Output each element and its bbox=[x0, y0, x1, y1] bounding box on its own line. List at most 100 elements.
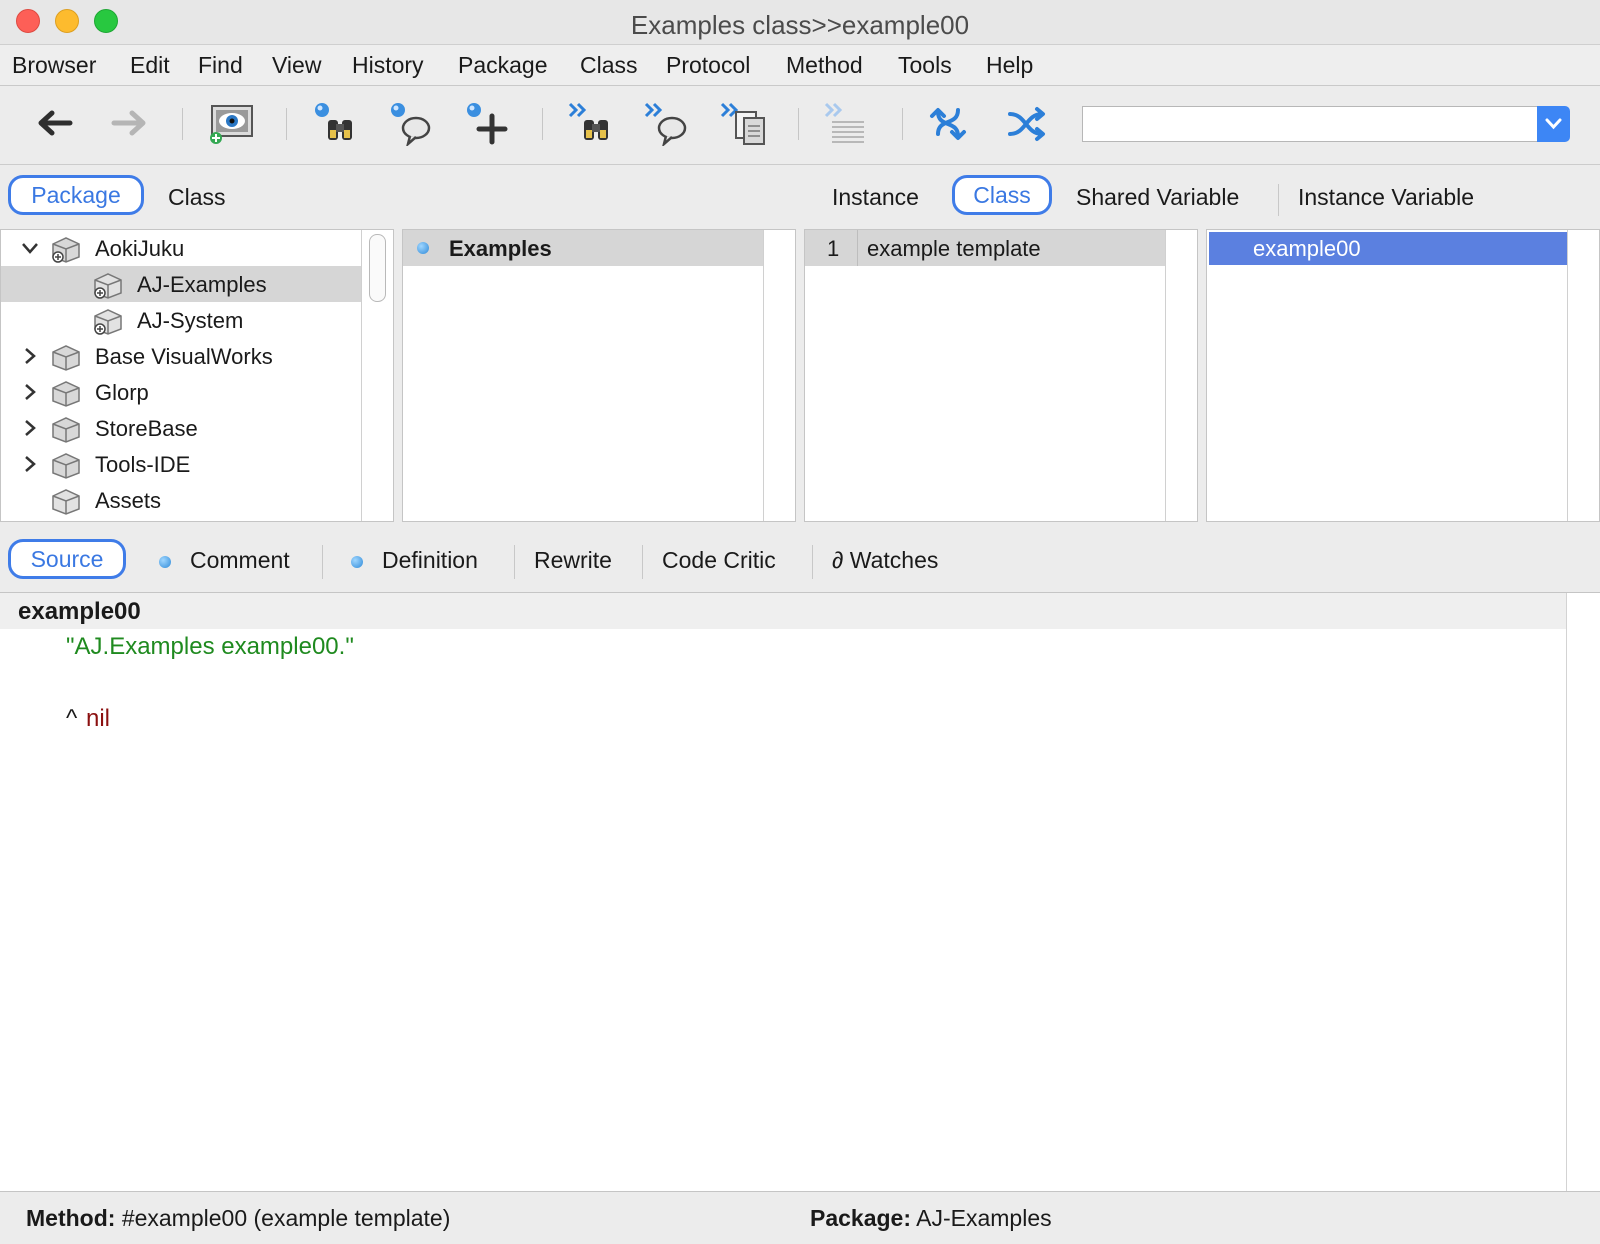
chevron-down-icon[interactable] bbox=[21, 239, 39, 257]
tree-row-assets[interactable]: Assets bbox=[1, 482, 361, 518]
tree-row-base-visualworks[interactable]: Base VisualWorks bbox=[1, 338, 361, 374]
shuffle-icon[interactable] bbox=[1004, 100, 1052, 146]
senders-bubble-icon[interactable] bbox=[388, 100, 436, 148]
tab-comment[interactable]: Comment bbox=[190, 547, 290, 574]
menu-history[interactable]: History bbox=[352, 52, 424, 79]
tree-row-aj-examples[interactable]: AJ-Examples bbox=[1, 266, 361, 302]
swap-icon[interactable] bbox=[928, 100, 976, 146]
status-package-value: AJ-Examples bbox=[916, 1205, 1052, 1231]
toolbar-separator bbox=[798, 108, 799, 140]
method-label: example00 bbox=[1253, 236, 1361, 261]
tab-separator bbox=[642, 545, 643, 579]
tab-watches[interactable]: ∂ Watches bbox=[832, 547, 938, 574]
tab-separator bbox=[812, 545, 813, 579]
chevron-right-icon[interactable] bbox=[21, 419, 39, 437]
vertical-scrollbar[interactable] bbox=[763, 230, 795, 521]
tree-label: AokiJuku bbox=[95, 236, 185, 261]
menu-browser[interactable]: Browser bbox=[12, 52, 96, 79]
menu-help[interactable]: Help bbox=[986, 52, 1033, 79]
package-tree-pane[interactable]: AokiJuku AJ-Examples AJ-System Base Visu… bbox=[0, 229, 394, 522]
tab-package[interactable]: Package bbox=[8, 175, 144, 215]
tab-rewrite[interactable]: Rewrite bbox=[534, 547, 612, 574]
package-folder-icon bbox=[52, 237, 80, 263]
package-folder-icon bbox=[52, 345, 80, 371]
tab-shared-variable[interactable]: Shared Variable bbox=[1076, 184, 1239, 211]
tree-label: Assets bbox=[95, 488, 162, 513]
tree-row-tools-ide[interactable]: Tools-IDE bbox=[1, 446, 361, 482]
menu-method[interactable]: Method bbox=[786, 52, 863, 79]
menu-protocol[interactable]: Protocol bbox=[666, 52, 750, 79]
search-combo-dropdown-button[interactable] bbox=[1537, 106, 1570, 142]
vertical-scrollbar[interactable] bbox=[1567, 230, 1599, 521]
method-list-pane[interactable]: example00 bbox=[1206, 229, 1600, 522]
tree-row-aj-system[interactable]: AJ-System bbox=[1, 302, 361, 338]
tab-class-side[interactable]: Class bbox=[952, 175, 1052, 215]
list-item-examples[interactable]: Examples bbox=[403, 230, 764, 266]
implementors-binoculars-icon[interactable] bbox=[568, 100, 616, 146]
tree-label: AJ-System bbox=[137, 308, 244, 333]
tree-label: Glorp bbox=[95, 380, 149, 405]
return-value: nil bbox=[86, 705, 111, 732]
tree-row-storebase[interactable]: StoreBase bbox=[1, 410, 361, 446]
menu-tools[interactable]: Tools bbox=[898, 52, 952, 79]
search-combo-input[interactable] bbox=[1082, 106, 1538, 142]
title-bar: Examples class>>example00 bbox=[0, 0, 1600, 45]
class-dot-icon bbox=[417, 242, 429, 254]
package-folder-icon bbox=[52, 417, 80, 443]
package-folder-icon bbox=[52, 453, 80, 479]
copy-pages-icon[interactable] bbox=[720, 100, 768, 146]
protocol-label: example template bbox=[867, 236, 1041, 261]
list-item-example-template[interactable]: 1 example template bbox=[805, 230, 1166, 266]
toolbar-separator bbox=[286, 108, 287, 140]
tree-row-aokijuku[interactable]: AokiJuku bbox=[1, 230, 361, 266]
toolbar bbox=[0, 86, 1600, 165]
column-divider bbox=[857, 230, 858, 266]
protocol-list-pane[interactable]: 1 example template bbox=[804, 229, 1198, 522]
menu-edit[interactable]: Edit bbox=[130, 52, 170, 79]
vertical-scrollbar[interactable] bbox=[1165, 230, 1197, 521]
status-method-key: Method: bbox=[26, 1205, 116, 1231]
menu-view[interactable]: View bbox=[272, 52, 321, 79]
tab-class-hierarchy[interactable]: Class bbox=[168, 184, 226, 211]
chevron-right-icon[interactable] bbox=[21, 347, 39, 365]
code-comment: "AJ.Examples example00." bbox=[66, 633, 354, 660]
references-bubble-icon[interactable] bbox=[644, 100, 692, 148]
tree-label: StoreBase bbox=[95, 416, 198, 441]
inspect-eye-icon[interactable] bbox=[208, 100, 256, 146]
format-text-icon[interactable] bbox=[824, 100, 872, 146]
protocol-count: 1 bbox=[827, 236, 840, 261]
status-bar: Method: #example00 (example template) Pa… bbox=[0, 1192, 1600, 1244]
vertical-scrollbar[interactable] bbox=[361, 230, 393, 521]
source-code-editor[interactable]: example00 "AJ.Examples example00." ^ nil bbox=[0, 592, 1600, 1192]
find-binoculars-icon[interactable] bbox=[312, 100, 360, 146]
package-icon bbox=[94, 309, 122, 335]
menu-class[interactable]: Class bbox=[580, 52, 638, 79]
status-package-key: Package: bbox=[810, 1205, 912, 1231]
tab-definition[interactable]: Definition bbox=[382, 547, 478, 574]
comment-dot-icon bbox=[159, 556, 171, 568]
scrollbar-thumb[interactable] bbox=[369, 234, 386, 302]
status-method: Method: #example00 (example template) bbox=[26, 1205, 450, 1232]
toolbar-separator bbox=[542, 108, 543, 140]
return-caret: ^ bbox=[66, 705, 78, 732]
menu-find[interactable]: Find bbox=[198, 52, 243, 79]
tab-code-critic[interactable]: Code Critic bbox=[662, 547, 776, 574]
list-item-example00[interactable]: example00 bbox=[1209, 232, 1568, 265]
status-method-value: #example00 (example template) bbox=[121, 1205, 451, 1231]
class-list-pane[interactable]: Examples bbox=[402, 229, 796, 522]
chevron-right-icon[interactable] bbox=[21, 383, 39, 401]
tab-source[interactable]: Source bbox=[8, 539, 126, 579]
chevron-right-icon[interactable] bbox=[21, 455, 39, 473]
menu-package[interactable]: Package bbox=[458, 52, 548, 79]
toolbar-separator bbox=[902, 108, 903, 140]
vertical-scrollbar[interactable] bbox=[1566, 593, 1600, 1191]
tab-instance[interactable]: Instance bbox=[832, 184, 919, 211]
forward-arrow-icon[interactable] bbox=[106, 100, 154, 146]
tab-instance-variable[interactable]: Instance Variable bbox=[1298, 184, 1474, 211]
package-icon bbox=[94, 273, 122, 299]
menu-bar: Browser Edit Find View History Package C… bbox=[0, 45, 1600, 86]
back-arrow-icon[interactable] bbox=[30, 100, 78, 146]
tree-row-glorp[interactable]: Glorp bbox=[1, 374, 361, 410]
tab-separator bbox=[514, 545, 515, 579]
add-plus-icon[interactable] bbox=[464, 100, 512, 146]
